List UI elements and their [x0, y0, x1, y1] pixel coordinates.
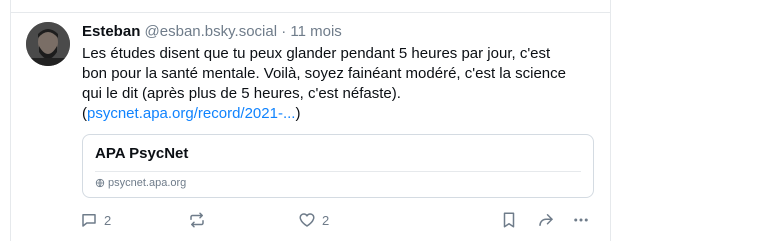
post-text: Les études disent que tu peux glander pe…: [82, 44, 600, 124]
avatar-image: [26, 22, 70, 66]
share-button[interactable]: [537, 208, 555, 232]
repost-icon: [188, 211, 206, 229]
share-icon: [537, 211, 555, 229]
post-actions: 2 2: [0, 208, 610, 232]
header-separator: ·: [281, 23, 287, 40]
reply-count: 2: [104, 212, 112, 228]
like-count: 2: [322, 212, 330, 228]
heart-icon: [298, 211, 316, 229]
link-paren-close: ): [295, 105, 301, 122]
post-header: Esteban @esban.bsky.social · 11 mois: [82, 22, 600, 42]
more-options-button[interactable]: [572, 208, 590, 232]
like-button[interactable]: 2: [298, 208, 329, 232]
post-link-line: (psycnet.apa.org/record/2021-...): [82, 104, 600, 124]
reply-icon: [80, 211, 98, 229]
post-link[interactable]: psycnet.apa.org/record/2021-...: [87, 105, 295, 122]
post-text-line: qui le dit (après plus de 5 heures, c'es…: [82, 85, 401, 102]
avatar[interactable]: [26, 22, 70, 66]
more-icon: [572, 211, 590, 229]
link-preview-card[interactable]: APA PsycNet psycnet.apa.org: [82, 134, 594, 198]
reply-button[interactable]: 2: [80, 208, 111, 232]
post-text-line: Les études disent que tu peux glander pe…: [82, 45, 551, 62]
author-name[interactable]: Esteban: [82, 23, 140, 40]
column-border-right: [610, 0, 611, 241]
column-border-left: [10, 0, 11, 241]
post-divider: [11, 12, 610, 13]
post-text-line: bon pour la santé mentale. Voilà, soyez …: [82, 65, 566, 82]
post[interactable]: Esteban @esban.bsky.social · 11 mois Les…: [82, 22, 600, 124]
card-divider: [95, 171, 581, 172]
card-domain: psycnet.apa.org: [108, 177, 187, 189]
repost-button[interactable]: [188, 208, 206, 232]
card-title: APA PsycNet: [95, 145, 189, 162]
card-domain-row: psycnet.apa.org: [95, 177, 186, 189]
bookmark-icon: [501, 211, 517, 229]
globe-icon: [95, 178, 105, 188]
author-handle[interactable]: @esban.bsky.social: [145, 23, 278, 40]
post-timestamp[interactable]: 11 mois: [290, 23, 341, 40]
bookmark-button[interactable]: [501, 208, 517, 232]
